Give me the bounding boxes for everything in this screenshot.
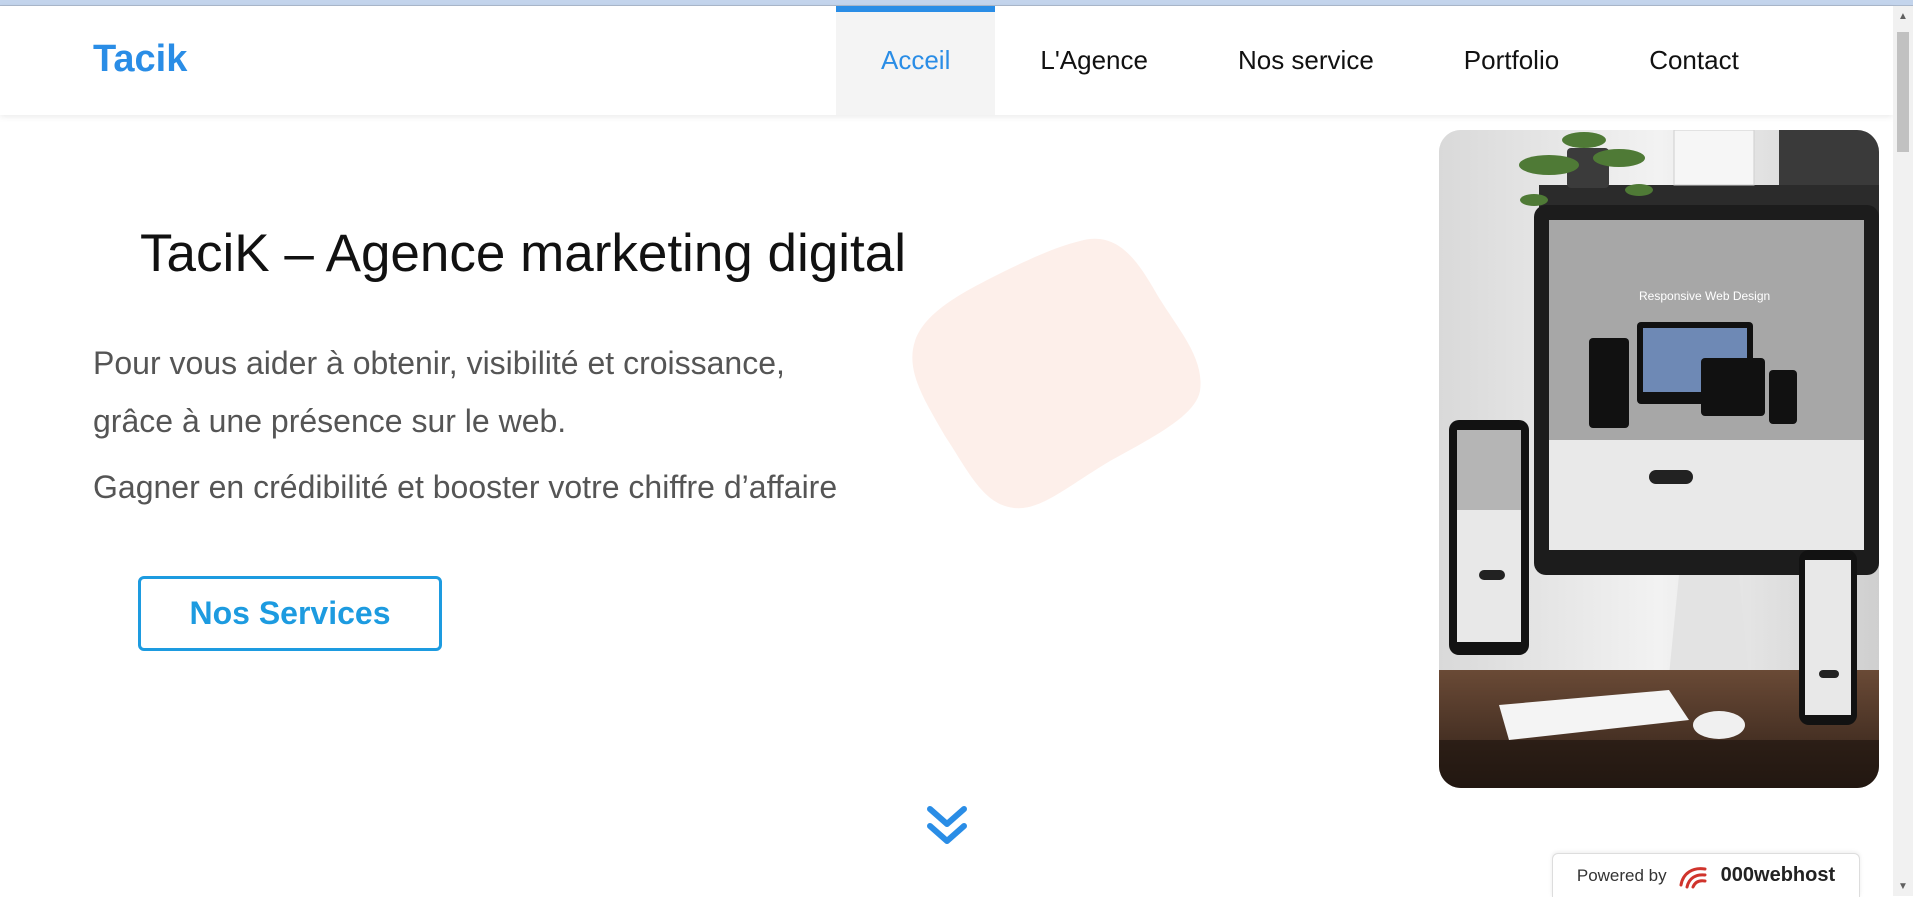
nav-item-portfolio[interactable]: Portfolio [1419,6,1604,115]
nav-item-contact[interactable]: Contact [1604,6,1784,115]
scrollbar-thumb[interactable] [1897,32,1909,152]
powered-by-badge[interactable]: Powered by 000webhost [1552,853,1860,897]
brand-logo[interactable]: Tacik [93,38,187,81]
hero-paragraph-1: Pour vous aider à obtenir, visibilité et… [93,345,785,439]
badge-prefix: Powered by [1576,865,1667,885]
nav-item-acceil[interactable]: Acceil [836,6,996,115]
nav-item-nos-service[interactable]: Nos service [1193,6,1419,115]
hero-paragraph-2: Gagner en crédibilité et booster votre c… [93,469,838,505]
scroll-arrow-up-icon[interactable]: ▲ [1893,6,1913,26]
decorative-blob [912,238,1201,509]
main-nav: Acceil L'Agence Nos service Portfolio Co… [836,6,1784,115]
page-scrollbar[interactable]: ▲ ▼ [1893,6,1913,896]
monitor-screen-text: Responsive Web Design [1639,289,1770,303]
nav-item-agence[interactable]: L'Agence [995,6,1193,115]
000webhost-logo-icon [1679,866,1707,888]
nos-services-button[interactable]: Nos Services [138,576,442,651]
hero-title: TaciK – Agence marketing digital [140,224,906,283]
badge-brand: 000webhost [1720,864,1836,886]
double-chevron-down-icon[interactable] [924,804,970,850]
scroll-arrow-down-icon[interactable]: ▼ [1893,876,1913,896]
hero-devices-image: Responsive Web Design [1439,130,1879,788]
site-header: Tacik Acceil L'Agence Nos service Portfo… [0,6,1893,115]
